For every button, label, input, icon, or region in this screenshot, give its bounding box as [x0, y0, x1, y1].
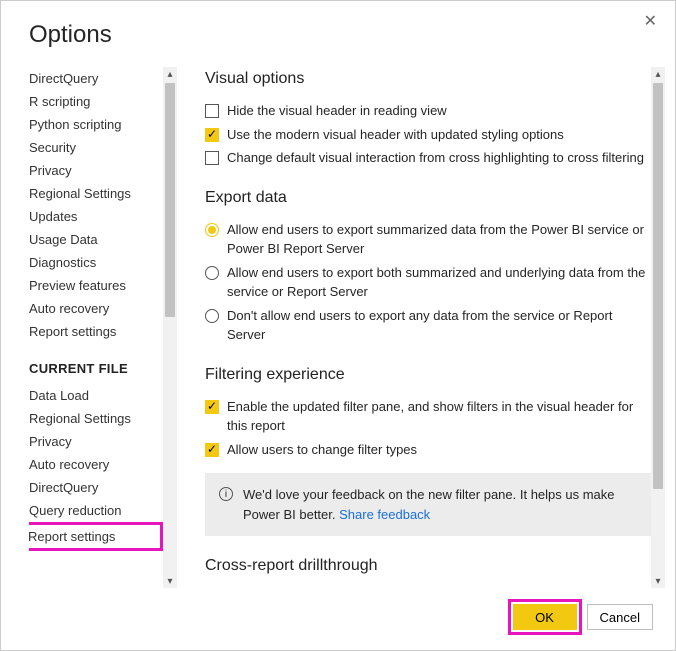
- cross-filtering-label: Change default visual interaction from c…: [227, 148, 651, 168]
- dialog-footer: OK Cancel: [1, 588, 675, 650]
- visual-options-heading: Visual options: [205, 67, 651, 91]
- main-scrollbar[interactable]: ▴ ▾: [651, 67, 665, 588]
- sidebar-item-diagnostics[interactable]: Diagnostics: [29, 251, 163, 274]
- scrollbar-thumb[interactable]: [653, 83, 663, 489]
- export-none-radio[interactable]: [205, 309, 219, 323]
- sidebar-item-directquery[interactable]: DirectQuery: [29, 67, 163, 90]
- sidebar-item-usage-data[interactable]: Usage Data: [29, 228, 163, 251]
- export-none-label: Don't allow end users to export any data…: [227, 306, 651, 345]
- sidebar-item-query-reduction[interactable]: Query reduction: [29, 499, 163, 522]
- filtering-heading: Filtering experience: [205, 363, 651, 387]
- hide-visual-header-label: Hide the visual header in reading view: [227, 101, 651, 121]
- sidebar: DirectQuery R scripting Python scripting…: [29, 67, 163, 588]
- sidebar-item-report-settings-file[interactable]: Report settings: [29, 522, 163, 551]
- sidebar-item-privacy[interactable]: Privacy: [29, 159, 163, 182]
- sidebar-item-preview-features[interactable]: Preview features: [29, 274, 163, 297]
- modern-visual-header-checkbox[interactable]: [205, 128, 219, 142]
- cross-report-heading: Cross-report drillthrough: [205, 554, 651, 578]
- feedback-text: We'd love your feedback on the new filte…: [243, 485, 637, 524]
- updated-filter-pane-checkbox[interactable]: [205, 400, 219, 414]
- sidebar-item-r-scripting[interactable]: R scripting: [29, 90, 163, 113]
- cancel-button[interactable]: Cancel: [587, 604, 653, 630]
- sidebar-item-auto-recovery-file[interactable]: Auto recovery: [29, 453, 163, 476]
- main-content: Visual options Hide the visual header in…: [205, 67, 651, 588]
- export-summarized-label: Allow end users to export summarized dat…: [227, 220, 651, 259]
- modern-visual-header-label: Use the modern visual header with update…: [227, 125, 651, 145]
- hide-visual-header-checkbox[interactable]: [205, 104, 219, 118]
- info-icon: i: [219, 487, 233, 501]
- feedback-banner: i We'd love your feedback on the new fil…: [205, 473, 651, 536]
- change-filter-types-checkbox[interactable]: [205, 443, 219, 457]
- sidebar-item-auto-recovery[interactable]: Auto recovery: [29, 297, 163, 320]
- sidebar-item-data-load[interactable]: Data Load: [29, 384, 163, 407]
- sidebar-item-report-settings-global[interactable]: Report settings: [29, 320, 163, 343]
- change-filter-types-label: Allow users to change filter types: [227, 440, 651, 460]
- cross-filtering-checkbox[interactable]: [205, 151, 219, 165]
- sidebar-item-privacy-file[interactable]: Privacy: [29, 430, 163, 453]
- dialog-title: Options: [29, 21, 640, 49]
- scroll-down-icon[interactable]: ▾: [651, 574, 665, 588]
- export-summarized-radio[interactable]: [205, 223, 219, 237]
- sidebar-item-security[interactable]: Security: [29, 136, 163, 159]
- share-feedback-link[interactable]: Share feedback: [339, 507, 430, 522]
- export-both-label: Allow end users to export both summarize…: [227, 263, 651, 302]
- scrollbar-thumb[interactable]: [165, 83, 175, 317]
- sidebar-item-python-scripting[interactable]: Python scripting: [29, 113, 163, 136]
- sidebar-item-regional-settings-file[interactable]: Regional Settings: [29, 407, 163, 430]
- scroll-up-icon[interactable]: ▴: [163, 67, 177, 81]
- scroll-down-icon[interactable]: ▾: [163, 574, 177, 588]
- close-icon[interactable]: ✕: [640, 7, 661, 35]
- sidebar-item-updates[interactable]: Updates: [29, 205, 163, 228]
- export-data-heading: Export data: [205, 186, 651, 210]
- ok-button[interactable]: OK: [513, 604, 577, 630]
- sidebar-scrollbar[interactable]: ▴ ▾: [163, 67, 177, 588]
- sidebar-section-heading: CURRENT FILE: [29, 361, 163, 376]
- sidebar-item-directquery-file[interactable]: DirectQuery: [29, 476, 163, 499]
- export-both-radio[interactable]: [205, 266, 219, 280]
- options-dialog: Options ✕ DirectQuery R scripting Python…: [0, 0, 676, 651]
- sidebar-item-regional-settings[interactable]: Regional Settings: [29, 182, 163, 205]
- scroll-up-icon[interactable]: ▴: [651, 67, 665, 81]
- updated-filter-pane-label: Enable the updated filter pane, and show…: [227, 397, 651, 436]
- titlebar: Options ✕: [1, 1, 675, 67]
